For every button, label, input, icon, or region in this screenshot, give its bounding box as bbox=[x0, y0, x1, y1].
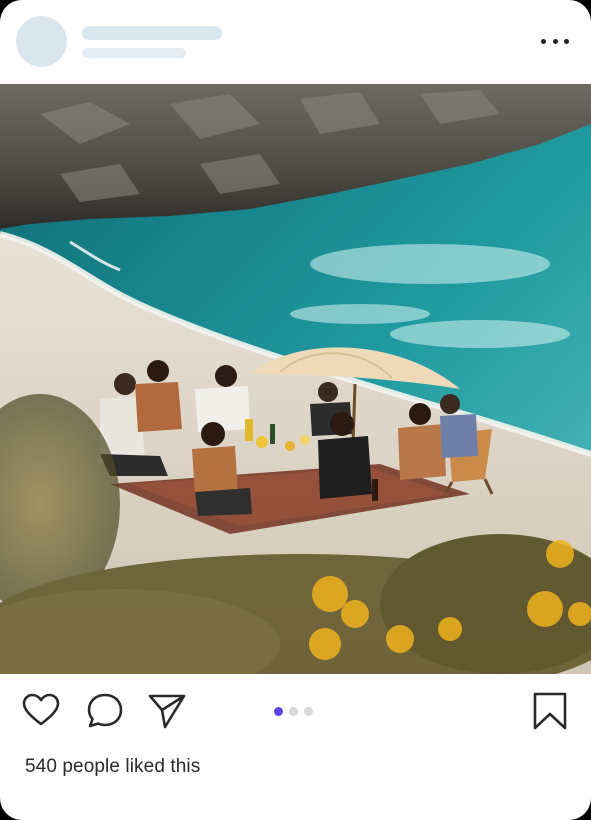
save-button[interactable] bbox=[530, 691, 570, 731]
more-options-button[interactable] bbox=[541, 30, 569, 52]
beach-picnic-illustration bbox=[0, 84, 591, 674]
post-image[interactable] bbox=[0, 84, 591, 674]
carousel-indicator bbox=[274, 707, 313, 716]
avatar-placeholder[interactable] bbox=[16, 16, 67, 67]
carousel-dot-2[interactable] bbox=[289, 707, 298, 716]
post-actions bbox=[0, 674, 591, 750]
post-card: 540 people liked this bbox=[0, 0, 591, 820]
bookmark-icon bbox=[533, 692, 567, 730]
send-icon bbox=[148, 694, 186, 729]
more-horizontal-icon bbox=[541, 38, 546, 44]
heart-icon bbox=[22, 693, 60, 726]
comment-icon bbox=[87, 693, 123, 728]
username-placeholder bbox=[82, 26, 222, 40]
post-header bbox=[0, 0, 591, 84]
subtitle-placeholder bbox=[82, 48, 186, 58]
carousel-dot-1[interactable] bbox=[274, 707, 283, 716]
like-button[interactable] bbox=[21, 691, 61, 731]
carousel-dot-3[interactable] bbox=[304, 707, 313, 716]
likes-count[interactable]: 540 people liked this bbox=[25, 756, 200, 778]
comment-button[interactable] bbox=[85, 691, 125, 731]
share-button[interactable] bbox=[147, 691, 187, 731]
